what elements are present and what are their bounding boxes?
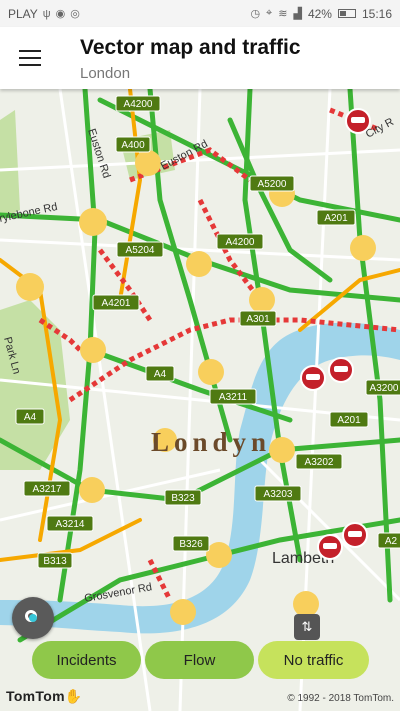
wifi-icon: ≋ [278,8,288,20]
road-closure-icon[interactable]: ⇅ [294,614,320,640]
svg-text:B323: B323 [171,493,195,504]
status-time: 15:16 [361,6,392,21]
traffic-incident-icon[interactable] [342,522,368,548]
svg-text:A4200: A4200 [226,237,255,248]
svg-text:A4200: A4200 [124,99,153,110]
menu-button[interactable] [14,45,46,71]
road-shield: B323 [164,489,202,506]
page-subtitle: London [80,65,131,82]
no-traffic-button[interactable]: No traffic [258,641,369,679]
road-shield: A3203 [254,485,302,502]
tomtom-logo: TomTom✋ [6,688,83,704]
page-title: Vector map and traffic [80,36,301,59]
road-shield: A3211 [209,388,257,405]
road-shield: A5204 [116,241,164,258]
svg-text:A400: A400 [121,140,145,151]
road-shield: A4 [15,408,45,425]
road-shield: A4 [145,365,175,382]
flow-button[interactable]: Flow [145,641,254,679]
status-bar: PLAY ψ ◉ ◎ ◷ ⌖ ≋ ▟ 42% 15:16 [0,0,400,27]
signal-icon: ▟ [293,8,302,20]
map-canvas[interactable]: Euston Rd Euston Rd City R rylebone Rd P… [0,89,400,711]
road-shield: A3214 [46,515,94,532]
road-shield: A4200 [115,95,161,112]
road-shield: A3202 [295,453,343,470]
road-shield: B326 [172,535,210,552]
road-shield: A4201 [92,294,140,311]
svg-text:A3214: A3214 [56,519,85,530]
tomtom-hand-icon: ✋ [64,688,83,704]
traffic-incident-icon[interactable] [300,365,326,391]
usb-icon: ψ [42,7,51,20]
svg-text:B313: B313 [43,556,67,567]
road-shield: A400 [115,136,151,153]
svg-text:A3200: A3200 [370,383,399,394]
svg-text:A301: A301 [246,314,270,325]
svg-text:A201: A201 [337,415,361,426]
hamburger-icon [19,50,41,52]
road-shield: A5200 [249,175,295,192]
traffic-incident-icon[interactable] [328,357,354,383]
road-shield: A3217 [23,480,71,497]
svg-text:A3211: A3211 [219,392,248,403]
road-shield: A3200 [365,379,400,396]
road-shield: A2 [377,532,400,549]
svg-text:B326: B326 [179,539,203,550]
app-bar: Vector map and traffic London [0,27,400,89]
traffic-incident-icon[interactable] [345,108,371,134]
svg-text:A4201: A4201 [102,298,131,309]
notification-icon: ◉ [55,8,66,20]
svg-text:A201: A201 [324,213,348,224]
traffic-incident-icon[interactable] [317,534,343,560]
copyright-text: © 1992 - 2018 TomTom. [287,693,394,704]
svg-text:A3202: A3202 [305,457,334,468]
svg-text:A5204: A5204 [126,245,155,256]
location-status-icon: ⌖ [266,7,273,19]
svg-text:A3217: A3217 [33,484,62,495]
road-shield: A201 [329,411,369,428]
my-location-button[interactable] [12,597,54,639]
battery-icon [337,9,356,18]
road-shield: A4200 [216,233,264,250]
battery-fill [339,11,346,16]
svg-text:A3203: A3203 [264,489,293,500]
svg-text:A2: A2 [385,536,398,547]
incidents-button[interactable]: Incidents [32,641,141,679]
svg-text:A4: A4 [154,369,167,380]
road-shield: A201 [316,209,356,226]
carrier-label: PLAY [8,6,38,21]
map-view[interactable]: Euston Rd Euston Rd City R rylebone Rd P… [0,89,400,711]
svg-text:A5200: A5200 [258,179,287,190]
road-shield: B313 [37,552,73,569]
city-label: Londyn [151,427,271,457]
clock-icon: ◷ [250,8,261,20]
message-icon: ◎ [70,8,80,20]
battery-percent: 42% [307,6,332,21]
road-shield: A301 [239,310,277,327]
svg-text:A4: A4 [24,412,37,423]
